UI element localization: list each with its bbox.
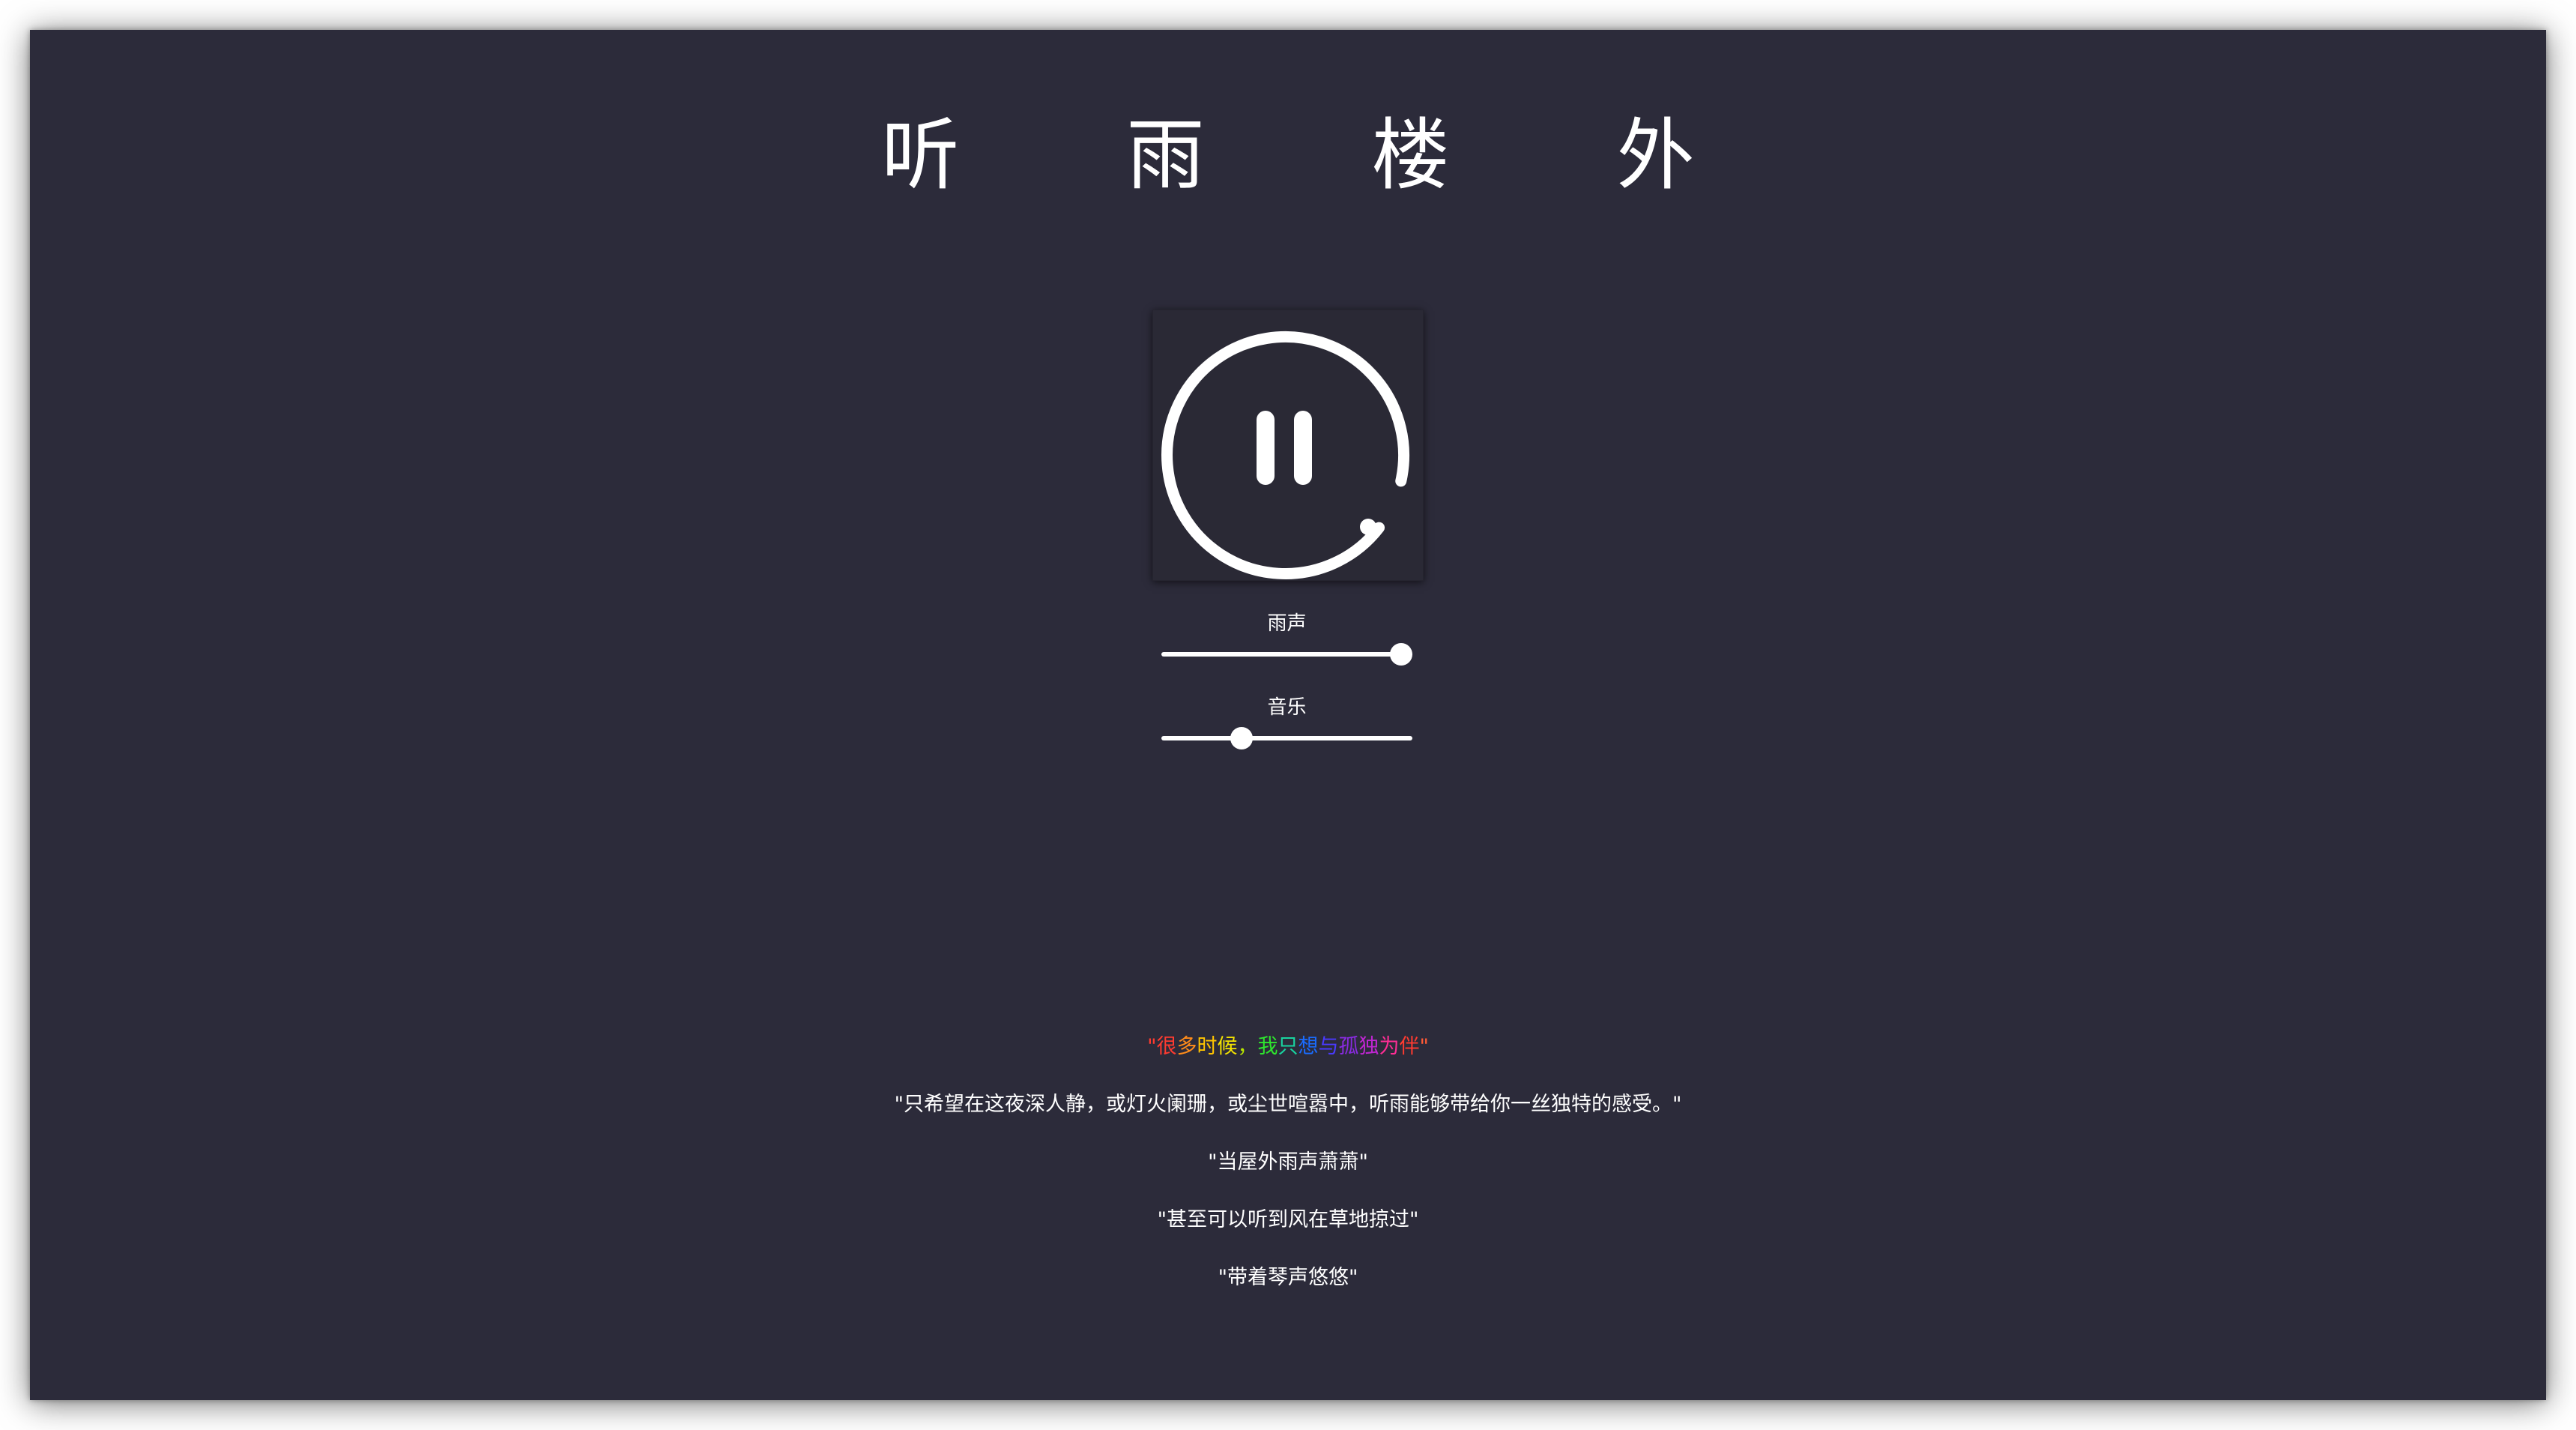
rain-volume-label: 雨声 [1267, 612, 1307, 635]
quote-char: " [1419, 1035, 1429, 1058]
rain-volume-control: 雨声 [1161, 612, 1412, 666]
quote-char: 我 [1257, 1035, 1278, 1058]
page-title: 听 雨 楼 外 [881, 109, 1766, 201]
quote-char: 与 [1318, 1035, 1339, 1058]
quote-rainbow: "很多时候，我只想与孤独为伴" [30, 1018, 2546, 1075]
quote-line: "当屋外雨声萧萧" [1208, 1150, 1368, 1174]
quote-char: 为 [1379, 1035, 1400, 1058]
rain-volume-thumb[interactable] [1389, 643, 1412, 666]
quote-char: ， [1237, 1035, 1258, 1058]
quote-list: "很多时候，我只想与孤独为伴" "只希望在这夜深人静，或灯火阑珊，或尘世喧嚣中，… [30, 1018, 2546, 1306]
music-volume-thumb[interactable] [1230, 727, 1254, 749]
pause-icon [1161, 331, 1409, 579]
quote-char: 独 [1358, 1035, 1379, 1058]
quote-line: "甚至可以听到风在草地掠过" [1157, 1208, 1419, 1231]
quote-char: 候 [1217, 1035, 1238, 1058]
music-volume-label: 音乐 [1267, 696, 1307, 719]
quote-char: 时 [1197, 1035, 1218, 1058]
quote-char: 只 [1278, 1035, 1298, 1058]
play-pause-button[interactable] [1152, 310, 1424, 581]
quote-char: 伴 [1399, 1035, 1420, 1058]
quote-char: 孤 [1338, 1035, 1359, 1058]
quote-char: 想 [1298, 1035, 1319, 1058]
app-window: 听 雨 楼 外 雨声 音乐 "很多时候，我只想与孤独为伴" "只希望在这夜深人静… [30, 30, 2546, 1400]
quote-char: 多 [1176, 1035, 1197, 1058]
quote-char: 很 [1156, 1035, 1177, 1058]
quote-line: "带着琴声悠悠" [1218, 1266, 1358, 1289]
quote-char: " [1147, 1035, 1157, 1058]
music-volume-control: 音乐 [1161, 696, 1412, 749]
music-volume-slider[interactable] [1161, 727, 1412, 749]
rain-volume-slider[interactable] [1161, 643, 1412, 666]
quote-line: "只希望在这夜深人静，或灯火阑珊，或尘世喧嚣中，听雨能够带给你一丝独特的感受。" [894, 1093, 1682, 1116]
